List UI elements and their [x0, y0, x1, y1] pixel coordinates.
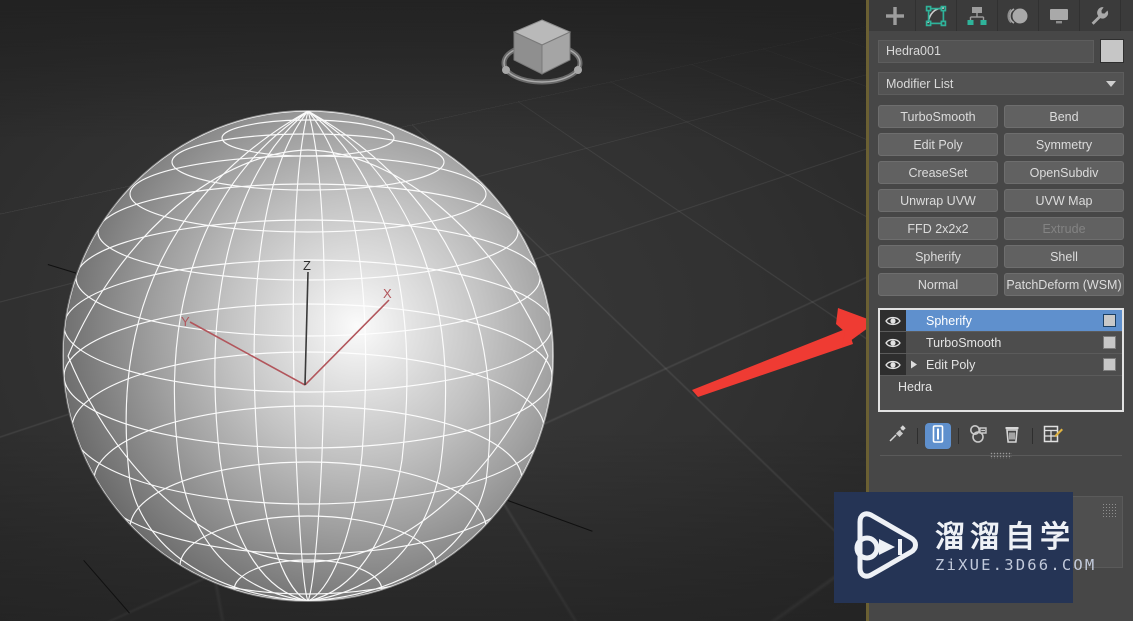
modifier-stack-label: TurboSmooth	[926, 335, 1002, 350]
eye-icon[interactable]	[880, 354, 906, 375]
watermark-url-text: ZiXUE.3D66.COM	[935, 556, 1097, 574]
watermark-chinese-text: 溜溜自学	[935, 520, 1075, 555]
plus-icon	[884, 5, 906, 27]
show-end-result-icon	[928, 424, 948, 449]
chevron-right-icon[interactable]	[906, 360, 921, 369]
modifier-button-opensubdiv[interactable]: OpenSubdiv	[1004, 161, 1124, 184]
grip-dots-icon	[990, 452, 1012, 459]
watermark-overlay: 溜溜自学 ZiXUE.3D66.COM	[834, 492, 1094, 603]
modifier-enable-checkbox[interactable]	[1103, 336, 1116, 349]
modifier-stack-label: Spherify	[926, 313, 972, 328]
watermark-text: 溜溜自学 ZiXUE.3D66.COM	[935, 521, 1096, 574]
wrench-icon	[1089, 5, 1111, 27]
perspective-viewport[interactable]: Y X Z	[0, 0, 866, 621]
tab-hierarchy[interactable]	[957, 0, 998, 31]
make-unique-button[interactable]	[966, 423, 992, 449]
command-panel-tabbar	[869, 0, 1133, 31]
pin-icon	[887, 424, 907, 449]
modifier-enable-checkbox[interactable]	[1103, 358, 1116, 371]
hierarchy-icon	[966, 5, 988, 27]
modifier-stack-row[interactable]: TurboSmooth	[880, 332, 1122, 353]
toolbar-separator	[958, 428, 959, 444]
modifier-button-bend[interactable]: Bend	[1004, 105, 1124, 128]
tab-utilities[interactable]	[1080, 0, 1121, 31]
axis-label-y: Y	[181, 314, 190, 329]
play-button-logo	[848, 508, 922, 587]
3dsmax-window: Y X Z Hedra001 Modifier List TurboSmooth…	[0, 0, 1133, 621]
make-unique-icon	[968, 424, 990, 449]
modifier-stack-row[interactable]: Spherify	[880, 310, 1122, 331]
show-end-result-button[interactable]	[925, 423, 951, 449]
tab-modify[interactable]	[916, 0, 957, 31]
modifier-button-extrude: Extrude	[1004, 217, 1124, 240]
display-icon	[1048, 5, 1070, 27]
view-cube[interactable]	[495, 8, 591, 100]
configure-sets-icon	[1042, 424, 1064, 449]
tab-create[interactable]	[875, 0, 916, 31]
configure-modifier-sets-button[interactable]	[1040, 423, 1066, 449]
modifier-enable-checkbox[interactable]	[1103, 314, 1116, 327]
modifier-button-spherify[interactable]: Spherify	[878, 245, 998, 268]
modifier-stack-label: Edit Poly	[926, 357, 976, 372]
object-name-input[interactable]	[878, 39, 1094, 63]
modifier-button-turbosmooth[interactable]: TurboSmooth	[878, 105, 998, 128]
chevron-down-icon	[1106, 80, 1116, 87]
modifier-stack-row[interactable]: Edit Poly	[880, 354, 1122, 375]
tab-motion[interactable]	[998, 0, 1039, 31]
modifier-list-label: Modifier List	[886, 76, 954, 91]
modifier-button-symmetry[interactable]: Symmetry	[1004, 133, 1124, 156]
modifier-button-ffd-2x2x2[interactable]: FFD 2x2x2	[878, 217, 998, 240]
modifier-button-shell[interactable]: Shell	[1004, 245, 1124, 268]
toolbar-separator	[1032, 428, 1033, 444]
tab-display[interactable]	[1039, 0, 1080, 31]
remove-modifier-button[interactable]	[999, 423, 1025, 449]
pin-stack-button[interactable]	[884, 423, 910, 449]
toolbar-separator	[917, 428, 918, 444]
object-color-swatch[interactable]	[1100, 39, 1124, 63]
modifier-sets-buttons: TurboSmooth Bend Edit Poly Symmetry CreaseSe…	[878, 105, 1124, 296]
modifier-button-edit-poly[interactable]: Edit Poly	[878, 133, 998, 156]
red-pointer-arrow	[690, 300, 866, 400]
object-name-row	[878, 39, 1124, 63]
command-panel-body: Modifier List TurboSmooth Bend Edit Poly Sy…	[869, 31, 1133, 465]
modifier-button-uvw-map[interactable]: UVW Map	[1004, 189, 1124, 212]
eye-icon[interactable]	[880, 310, 906, 331]
axis-label-z: Z	[303, 258, 311, 273]
modifier-button-creaseset[interactable]: CreaseSet	[878, 161, 998, 184]
modifier-stack-toolbar	[878, 421, 1124, 451]
modifier-button-patchdeform-wsm[interactable]: PatchDeform (WSM)	[1004, 273, 1124, 296]
modifier-stack-row[interactable]: Hedra	[880, 376, 1122, 397]
modify-icon	[925, 5, 947, 27]
modifier-list-dropdown[interactable]: Modifier List	[878, 72, 1124, 95]
axis-label-x: X	[383, 286, 392, 301]
axis-tripod-gizmo[interactable]: Y X Z	[170, 250, 420, 410]
modifier-button-unwrap-uvw[interactable]: Unwrap UVW	[878, 189, 998, 212]
eye-icon[interactable]	[880, 332, 906, 353]
modifier-stack-list[interactable]: Spherify TurboSmooth Edit Poly Hedra	[878, 308, 1124, 412]
modifier-stack-label: Hedra	[898, 379, 933, 394]
grip-corner-icon	[1102, 503, 1116, 517]
trash-icon	[1002, 424, 1022, 449]
rollout-drag-divider[interactable]	[880, 452, 1122, 465]
modifier-button-normal[interactable]: Normal	[878, 273, 998, 296]
motion-icon	[1007, 5, 1029, 27]
